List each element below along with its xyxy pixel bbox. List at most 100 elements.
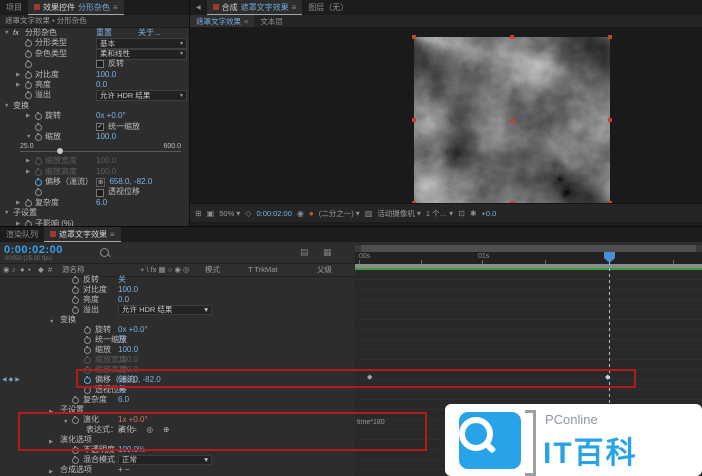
- effect-row-value[interactable]: 100.0: [96, 167, 116, 177]
- always-preview-icon[interactable]: ⊞: [195, 209, 202, 218]
- effect-row[interactable]: 杂色类型柔和线性▾: [0, 49, 189, 59]
- slider-knob[interactable]: [57, 148, 63, 154]
- timeline-row-value[interactable]: 0x +0.0°: [118, 325, 148, 335]
- tab-project[interactable]: 项目: [0, 0, 28, 15]
- resolution-select[interactable]: (二分之一) ▾: [319, 208, 360, 219]
- stopwatch-icon[interactable]: [84, 387, 91, 394]
- twirl-icon[interactable]: ▼: [4, 208, 9, 218]
- view-layout-select[interactable]: 1 个… ▾: [426, 208, 453, 219]
- effect-row[interactable]: 溢出允许 HDR 结果▾: [0, 90, 189, 100]
- stopwatch-icon[interactable]: [72, 397, 79, 404]
- effect-row[interactable]: 25.0600.0: [0, 142, 189, 156]
- tab-render-queue[interactable]: 渲染队列: [0, 227, 44, 242]
- timeline-row-value[interactable]: 100.0: [118, 345, 138, 355]
- effect-row-value[interactable]: 100.0: [96, 132, 116, 142]
- tab-timeline-comp[interactable]: 遮罩文字效果 ≡: [44, 227, 121, 242]
- twirl-icon[interactable]: ▶: [26, 156, 30, 166]
- effect-row[interactable]: 反转: [0, 59, 189, 69]
- stopwatch-icon[interactable]: [25, 72, 32, 79]
- effect-row[interactable]: ▶旋转0x +0.0°: [0, 111, 189, 121]
- twirl-icon[interactable]: ▶: [26, 111, 30, 121]
- effect-row[interactable]: ▼fx分形杂色重置关于...: [0, 28, 189, 38]
- effect-row[interactable]: 偏移（湍流）⊕658.0, -82.0: [0, 177, 189, 187]
- panel-menu-icon[interactable]: ≡: [292, 3, 297, 12]
- twirl-icon[interactable]: ▶: [26, 167, 30, 177]
- channels-icon[interactable]: ●: [309, 209, 314, 218]
- exposure-value[interactable]: +0.0: [482, 209, 497, 218]
- timeline-row-value[interactable]: 100.0: [118, 355, 138, 365]
- effect-row[interactable]: ▼缩放100.0: [0, 132, 189, 142]
- twirl-icon[interactable]: ▶: [49, 467, 53, 476]
- panel-menu-icon[interactable]: ≡: [110, 230, 115, 239]
- stopwatch-icon[interactable]: [84, 327, 91, 334]
- transparency-grid-icon[interactable]: ▨: [365, 209, 373, 218]
- timeline-dropdown[interactable]: 允许 HDR 结果▾: [118, 305, 212, 315]
- composition-viewport[interactable]: [190, 27, 702, 204]
- effect-row[interactable]: ▶对比度100.0: [0, 70, 189, 80]
- timeline-row-value[interactable]: 100.0: [118, 285, 138, 295]
- stopwatch-icon[interactable]: [25, 40, 32, 47]
- timeline-row[interactable]: 亮度0.0: [0, 295, 355, 305]
- camera-select[interactable]: 活动摄像机 ▾: [377, 208, 421, 219]
- zoom-select[interactable]: 50% ▾: [219, 209, 240, 218]
- stopwatch-icon[interactable]: [84, 357, 91, 364]
- effect-row[interactable]: ▶亮度0.0: [0, 80, 189, 90]
- timeline-row-value[interactable]: 开: [118, 335, 126, 345]
- twirl-icon[interactable]: ▶: [16, 80, 20, 90]
- timeline-row[interactable]: 对比度100.0: [0, 285, 355, 295]
- twirl-icon[interactable]: ▼: [26, 132, 31, 142]
- timeline-row[interactable]: 混合模式正常▾: [0, 455, 355, 465]
- stopwatch-icon[interactable]: [25, 200, 32, 207]
- effect-row[interactable]: ▶复杂度6.0: [0, 198, 189, 208]
- stopwatch-icon[interactable]: [25, 92, 32, 99]
- stopwatch-icon[interactable]: [35, 113, 42, 120]
- anchor-point-icon[interactable]: [512, 116, 513, 125]
- search-icon[interactable]: [100, 248, 109, 257]
- snapshot-icon[interactable]: ◉: [297, 209, 304, 218]
- selection-handle[interactable]: [412, 118, 416, 122]
- stopwatch-icon[interactable]: [72, 277, 79, 284]
- stopwatch-icon[interactable]: [35, 158, 42, 165]
- effect-row[interactable]: ✓统一缩放: [0, 122, 189, 132]
- effect-checkbox[interactable]: [96, 189, 104, 197]
- stopwatch-icon[interactable]: [84, 337, 91, 344]
- effect-row[interactable]: 分形类型基本▾: [0, 38, 189, 48]
- timeline-view-icons[interactable]: ▤ ▦: [300, 247, 338, 258]
- effect-checkbox[interactable]: [96, 60, 104, 68]
- twirl-icon[interactable]: ▼: [4, 28, 9, 38]
- effect-row[interactable]: ▼变换: [0, 101, 189, 111]
- stopwatch-icon[interactable]: [84, 347, 91, 354]
- point-target-button[interactable]: ⊕: [96, 178, 105, 187]
- stopwatch-icon[interactable]: [35, 124, 42, 131]
- timeline-row[interactable]: 统一缩放开: [0, 335, 355, 345]
- effect-row-value[interactable]: 0x +0.0°: [96, 111, 126, 121]
- tab-effect-controls[interactable]: 效果控件 分形杂色 ≡: [28, 0, 124, 15]
- selection-handle[interactable]: [510, 35, 514, 39]
- selection-handle[interactable]: [608, 35, 612, 39]
- effect-dropdown[interactable]: 允许 HDR 结果▾: [96, 90, 187, 101]
- twirl-icon[interactable]: ▶: [16, 70, 20, 80]
- timeline-row[interactable]: ▶合成选项+ −: [0, 465, 355, 475]
- fast-previews-icon[interactable]: ✱: [470, 209, 477, 218]
- selection-handle[interactable]: [608, 118, 612, 122]
- viewer-tab-active[interactable]: 遮罩文字效果 ×: [190, 15, 254, 27]
- effect-row-value[interactable]: 100.0: [96, 156, 116, 166]
- effect-row-value[interactable]: 100.0: [96, 70, 116, 80]
- stopwatch-icon[interactable]: [72, 457, 79, 464]
- stopwatch-icon[interactable]: [35, 134, 42, 141]
- effect-row-value[interactable]: 0.0: [96, 80, 107, 90]
- stopwatch-icon[interactable]: [72, 307, 79, 314]
- selection-handle[interactable]: [412, 35, 416, 39]
- effect-row[interactable]: ▼子设置: [0, 208, 189, 218]
- timeline-row[interactable]: ▼变换: [0, 315, 355, 325]
- about-link[interactable]: 关于...: [138, 28, 161, 38]
- timeline-row[interactable]: 溢出允许 HDR 结果▾: [0, 305, 355, 315]
- timeline-row-value[interactable]: + −: [118, 465, 130, 475]
- mask-visibility-icon[interactable]: ◇: [245, 209, 251, 218]
- magnification-icon[interactable]: ▣: [207, 209, 215, 218]
- effect-row-value[interactable]: 6.0: [96, 198, 107, 208]
- effect-row[interactable]: ▶缩放高度100.0: [0, 167, 189, 177]
- twirl-icon[interactable]: ▼: [4, 101, 9, 111]
- current-time-display[interactable]: 0:00:02:00: [4, 244, 63, 256]
- timeline-row[interactable]: 反转关: [0, 275, 355, 285]
